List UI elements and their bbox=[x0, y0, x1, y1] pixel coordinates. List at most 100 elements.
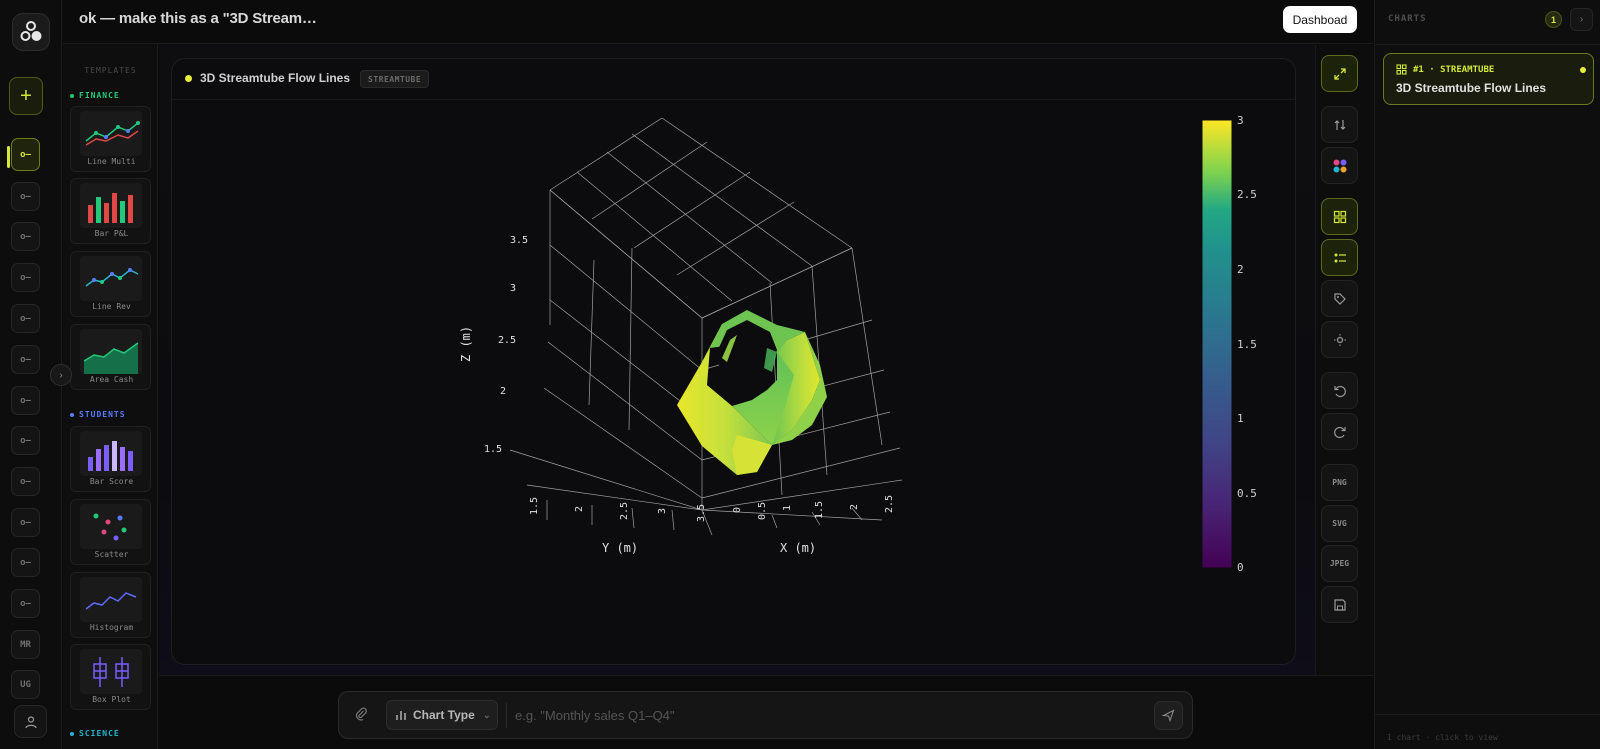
z-tick-1.5: 1.5 bbox=[484, 444, 502, 455]
prompt-composer: Chart Type ⌄ bbox=[338, 691, 1193, 739]
palette-button[interactable] bbox=[1321, 147, 1358, 184]
chart-list-title: 3D Streamtube Flow Lines bbox=[1396, 81, 1547, 95]
status-dot bbox=[185, 75, 192, 82]
template-scatter[interactable]: Scatter bbox=[70, 499, 151, 565]
app-logo[interactable] bbox=[12, 13, 50, 51]
y-axis-ticks: 1.5 2 2.5 3 3.5 bbox=[529, 497, 707, 522]
theme-button[interactable] bbox=[1321, 321, 1358, 358]
template-label: Box Plot bbox=[92, 695, 131, 704]
charts-next-button[interactable]: › bbox=[1570, 8, 1593, 31]
export-jpeg-button[interactable]: JPEG bbox=[1321, 545, 1358, 582]
new-chart-button[interactable]: + bbox=[9, 77, 43, 115]
sun-icon bbox=[1333, 333, 1346, 346]
rail-item-8[interactable]: o— bbox=[11, 426, 40, 455]
rail-item-9[interactable]: o— bbox=[11, 467, 40, 496]
template-area-cash[interactable]: Area Cash bbox=[70, 324, 151, 390]
z-tick-2.5: 2.5 bbox=[498, 335, 516, 346]
rail-item-7[interactable]: o— bbox=[11, 386, 40, 415]
export-png-button[interactable]: PNG bbox=[1321, 464, 1358, 501]
undo-icon bbox=[1333, 385, 1346, 397]
colorbar-tick-0.5: 0.5 bbox=[1237, 487, 1257, 500]
tag-icon bbox=[1333, 292, 1346, 305]
rail-item-12[interactable]: o— bbox=[11, 589, 40, 618]
user-profile-button[interactable] bbox=[14, 705, 47, 738]
chart-panel-header: 3D Streamtube Flow Lines STREAMTUBE bbox=[172, 59, 1295, 100]
template-box-plot[interactable]: Box Plot bbox=[70, 644, 151, 710]
templates-panel: TEMPLATES FINANCE Line Multi Bar P&L Lin… bbox=[63, 44, 158, 749]
chart-title: 3D Streamtube Flow Lines bbox=[200, 71, 351, 85]
redo-button[interactable] bbox=[1321, 413, 1358, 450]
colorbar-ticks: 3 2.5 2 1.5 1 0.5 0 bbox=[1237, 114, 1257, 574]
line-rev-chart-icon bbox=[80, 256, 142, 301]
rail-item-ug[interactable]: UG bbox=[11, 670, 40, 699]
labels-button[interactable] bbox=[1321, 280, 1358, 317]
chart-id-label: #1 · STREAMTUBE bbox=[1413, 64, 1495, 75]
template-label: Area Cash bbox=[89, 375, 134, 384]
chart-type-select[interactable]: Chart Type ⌄ bbox=[386, 700, 498, 730]
grid-lines bbox=[509, 117, 903, 536]
x-tick-0: 0 bbox=[732, 507, 743, 513]
chart-panel: 3D Streamtube Flow Lines STREAMTUBE 3 2.… bbox=[171, 58, 1296, 665]
template-histogram[interactable]: Histogram bbox=[70, 572, 151, 638]
template-label: Bar Score bbox=[89, 477, 134, 486]
chart-list-item[interactable]: #1 · STREAMTUBE 3D Streamtube Flow Lines bbox=[1383, 53, 1594, 105]
app-root: + o— o— o— o— o— o— o— o— o— o— o— o— MR… bbox=[0, 0, 1600, 749]
rail-item-2[interactable]: o— bbox=[11, 182, 40, 211]
swap-axes-button[interactable] bbox=[1321, 106, 1358, 143]
rail-item-1[interactable]: o— bbox=[11, 138, 40, 171]
top-bar: ok — make this as a "3D Stream… Dashboad bbox=[63, 0, 1373, 44]
save-icon bbox=[1333, 598, 1346, 611]
template-line-multi[interactable]: Line Multi bbox=[70, 106, 151, 172]
y-tick-2.5: 2.5 bbox=[619, 502, 630, 520]
rail-item-6[interactable]: o— bbox=[11, 345, 40, 374]
streamtube-surface[interactable] bbox=[677, 310, 827, 475]
charts-sidebar: CHARTS 1 › #1 · STREAMTUBE 3D Streamtube… bbox=[1374, 0, 1600, 749]
rail-item-3[interactable]: o— bbox=[11, 222, 40, 251]
chart-toolbar: PNG SVG JPEG bbox=[1315, 45, 1373, 675]
area-cash-chart-icon bbox=[80, 329, 142, 374]
template-line-rev[interactable]: Line Rev bbox=[70, 251, 151, 317]
paperclip-icon bbox=[355, 707, 367, 721]
save-button[interactable] bbox=[1321, 586, 1358, 623]
legend-icon bbox=[1334, 253, 1346, 262]
charts-count-badge: 1 bbox=[1545, 11, 1562, 28]
colorbar-tick-0: 0 bbox=[1237, 561, 1244, 574]
legend-toggle-button[interactable] bbox=[1321, 239, 1358, 276]
template-bar-score[interactable]: Bar Score bbox=[70, 426, 151, 492]
x-tick-0.5: 0.5 bbox=[757, 502, 768, 520]
template-bar-pnl[interactable]: Bar P&L bbox=[70, 178, 151, 244]
divider bbox=[1375, 44, 1600, 45]
rail-item-10[interactable]: o— bbox=[11, 508, 40, 537]
colorbar-tick-1.5: 1.5 bbox=[1237, 338, 1257, 351]
undo-button[interactable] bbox=[1321, 372, 1358, 409]
attach-button[interactable] bbox=[353, 706, 368, 726]
grid-icon bbox=[1396, 64, 1407, 75]
category-finance: FINANCE bbox=[70, 91, 120, 100]
category-students: STUDENTS bbox=[70, 410, 126, 419]
rail-item-5[interactable]: o— bbox=[11, 304, 40, 333]
x-tick-1: 1 bbox=[782, 505, 793, 511]
streamtube-plot[interactable]: 3 2.5 2 1.5 1 0.5 0 3.5 3 2.5 2 1.5 Z (m… bbox=[172, 100, 1296, 665]
send-button[interactable] bbox=[1154, 701, 1183, 730]
fullscreen-button[interactable] bbox=[1321, 55, 1358, 92]
colorbar bbox=[1201, 119, 1233, 569]
z-tick-3.5: 3.5 bbox=[510, 235, 528, 246]
expand-templates-button[interactable]: › bbox=[50, 364, 72, 386]
export-svg-button[interactable]: SVG bbox=[1321, 505, 1358, 542]
y-tick-3: 3 bbox=[657, 508, 668, 514]
dashboard-button[interactable]: Dashboad bbox=[1283, 6, 1357, 33]
composer-divider bbox=[506, 703, 507, 728]
z-axis-ticks: 3.5 3 2.5 2 1.5 bbox=[484, 235, 528, 455]
bar-score-chart-icon bbox=[80, 431, 142, 476]
rail-item-11[interactable]: o— bbox=[11, 548, 40, 577]
rail-item-mr[interactable]: MR bbox=[11, 630, 40, 659]
template-label: Line Multi bbox=[87, 157, 136, 166]
chart-type-badge: STREAMTUBE bbox=[360, 70, 430, 88]
active-indicator bbox=[7, 146, 10, 168]
grid-icon bbox=[1333, 210, 1346, 223]
grid-toggle-button[interactable] bbox=[1321, 198, 1358, 235]
category-science: SCIENCE bbox=[70, 729, 120, 738]
chevron-down-icon: ⌄ bbox=[483, 710, 491, 720]
prompt-input[interactable] bbox=[515, 701, 1125, 729]
rail-item-4[interactable]: o— bbox=[11, 263, 40, 292]
